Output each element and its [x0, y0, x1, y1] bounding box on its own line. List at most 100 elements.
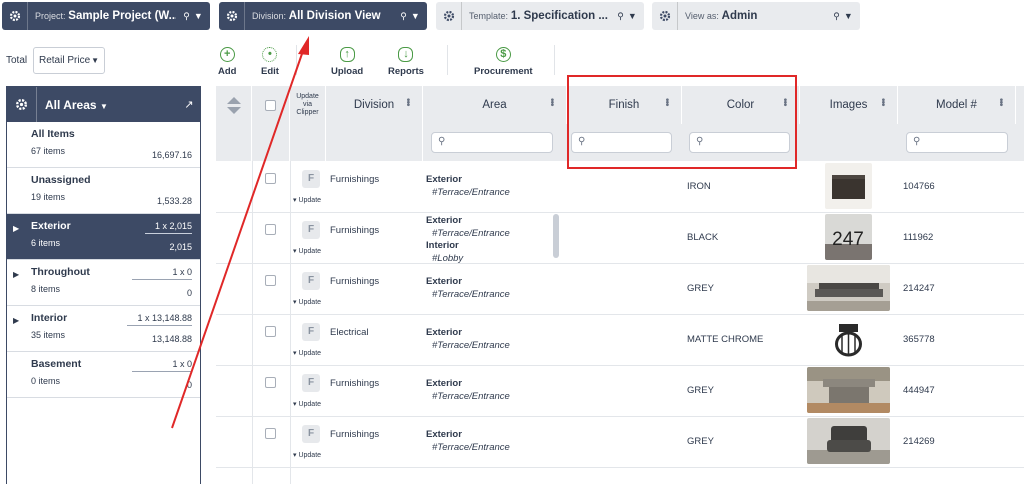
area-filter-input[interactable]: ⚲ — [431, 132, 553, 153]
table-row[interactable]: F ▾ Update Furnishings Exterior #Terrace… — [216, 366, 1024, 417]
clipper-icon[interactable]: F — [302, 425, 320, 443]
area-location: #Terrace/Entrance — [432, 339, 510, 351]
expand-icon[interactable]: ↗ — [178, 98, 200, 111]
caret-right-icon[interactable]: ▶ — [13, 270, 19, 279]
division-cell: Furnishings — [330, 378, 380, 389]
template-selector[interactable]: Template: 1. Specification ... ⚲ ▼ — [436, 2, 644, 30]
header-area[interactable]: Area ••• — [423, 86, 567, 124]
table-row[interactable]: F ▾ Update Furnishings Exterior #Terrace… — [216, 162, 1024, 213]
area-item-exterior[interactable]: ▶ Exterior 6 items 1 x 2,015 2,015 — [7, 214, 200, 260]
gear-icon[interactable] — [2, 2, 28, 30]
search-icon[interactable]: ⚲ — [400, 11, 407, 22]
row-checkbox[interactable] — [265, 377, 276, 388]
header-images[interactable]: Images ••• — [800, 86, 898, 124]
update-link[interactable]: ▾ Update — [293, 349, 321, 357]
upload-button[interactable]: ↑ Upload — [331, 47, 363, 77]
price-type-select[interactable]: Retail Price ▼ — [33, 47, 105, 74]
area-item-unassigned[interactable]: Unassigned 19 items 1,533.28 — [7, 168, 200, 214]
model-filter-input[interactable]: ⚲ — [906, 132, 1008, 153]
clipper-icon[interactable]: F — [302, 374, 320, 392]
product-image[interactable]: 247 — [825, 214, 872, 260]
model-cell: 365778 — [903, 334, 935, 345]
area-item-basement[interactable]: Basement 0 items 1 x 0 0 — [7, 352, 200, 398]
caret-down-icon[interactable]: ▼ — [194, 11, 203, 21]
product-image[interactable] — [825, 163, 872, 209]
product-image[interactable] — [807, 418, 890, 464]
clipper-icon[interactable]: F — [302, 221, 320, 239]
project-selector[interactable]: Project: Sample Project (W... ⚲ ▼ — [2, 2, 210, 30]
caret-right-icon[interactable]: ▶ — [13, 316, 19, 325]
toolbar-divider — [447, 45, 448, 75]
clipper-icon[interactable]: F — [302, 170, 320, 188]
row-checkbox[interactable] — [265, 326, 276, 337]
caret-down-icon[interactable]: ▼ — [628, 11, 637, 21]
column-menu-icon[interactable]: ••• — [877, 98, 888, 106]
plus-icon: + — [219, 47, 235, 62]
areas-dropdown[interactable]: All Areas ▼ — [37, 98, 178, 112]
row-checkbox[interactable] — [265, 428, 276, 439]
division-cell: Electrical — [330, 327, 369, 338]
product-image[interactable] — [807, 265, 890, 311]
area-zone: Exterior — [426, 215, 462, 226]
gear-icon[interactable] — [436, 2, 462, 30]
reports-button[interactable]: ↓ Reports — [388, 47, 424, 77]
sort-handle[interactable] — [216, 86, 252, 124]
caret-right-icon[interactable]: ▶ — [13, 224, 19, 233]
table-row[interactable]: F ▾ Update Furnishings Exterior #Terrace… — [216, 264, 1024, 315]
update-link[interactable]: ▾ Update — [293, 400, 321, 408]
division-name: All Division View — [288, 10, 381, 22]
clipper-icon[interactable]: F — [302, 323, 320, 341]
gear-icon[interactable] — [7, 87, 37, 122]
product-image[interactable] — [825, 316, 872, 362]
total-label: Total — [6, 55, 28, 66]
row-checkbox[interactable] — [265, 275, 276, 286]
procurement-button[interactable]: $ Procurement — [474, 47, 533, 77]
gear-icon[interactable] — [219, 2, 245, 30]
select-all-checkbox[interactable] — [265, 99, 276, 111]
update-label: Update — [298, 452, 322, 459]
area-quantity: 1 x 0 — [132, 359, 192, 372]
search-icon[interactable]: ⚲ — [617, 11, 624, 22]
house-number-text: 247 — [832, 229, 864, 250]
caret-down-icon: ▼ — [99, 101, 108, 111]
area-item-throughout[interactable]: ▶ Throughout 8 items 1 x 0 0 — [7, 260, 200, 306]
update-link[interactable]: ▾ Update — [293, 196, 321, 204]
area-zone: Exterior — [426, 327, 462, 338]
sort-up-icon — [226, 96, 241, 104]
row-checkbox[interactable] — [265, 224, 276, 235]
caret-down-icon[interactable]: ▼ — [411, 11, 420, 21]
area-item-interior[interactable]: ▶ Interior 35 items 1 x 13,148.88 13,148… — [7, 306, 200, 352]
header-model-label: Model # — [936, 99, 977, 111]
search-icon[interactable]: ⚲ — [833, 11, 840, 22]
caret-down-icon[interactable]: ▼ — [844, 11, 853, 21]
column-menu-icon[interactable]: ••• — [546, 98, 557, 106]
color-cell: GREY — [687, 283, 714, 294]
table-row[interactable]: F ▾ Update Furnishings Exterior #Terrace… — [216, 213, 1024, 264]
table-row[interactable]: F ▾ Update Electrical Exterior #Terrace/… — [216, 315, 1024, 366]
table-row[interactable]: F ▾ Update Furnishings Exterior #Terrace… — [216, 417, 1024, 468]
division-selector[interactable]: Division: All Division View ⚲ ▼ — [219, 2, 427, 30]
update-link[interactable]: ▾ Update — [293, 247, 321, 255]
row-checkbox[interactable] — [265, 173, 276, 184]
area-location: #Terrace/Entrance — [432, 227, 510, 239]
clipper-icon[interactable]: F — [302, 272, 320, 290]
header-division[interactable]: Division ••• — [326, 86, 423, 124]
header-model[interactable]: Model # ••• — [898, 86, 1016, 124]
update-link[interactable]: ▾ Update — [293, 451, 321, 459]
edit-button[interactable]: • Edit — [261, 47, 279, 77]
column-menu-icon[interactable]: ••• — [402, 98, 413, 106]
area-count: 6 items — [31, 238, 61, 248]
add-button[interactable]: + Add — [218, 47, 236, 77]
product-image[interactable] — [807, 367, 890, 413]
color-cell: MATTE CHROME — [687, 334, 764, 345]
update-label: Update — [298, 248, 322, 255]
area-item-all-items[interactable]: All Items 67 items 16,697.16 — [7, 122, 200, 168]
column-menu-icon[interactable]: ••• — [995, 98, 1006, 106]
search-icon[interactable]: ⚲ — [183, 11, 190, 22]
view-as-selector[interactable]: View as: Admin ⚲ ▼ — [652, 2, 860, 30]
header-division-label: Division — [353, 99, 395, 111]
color-cell: IRON — [687, 181, 711, 192]
update-link[interactable]: ▾ Update — [293, 298, 321, 306]
area-value: 2,015 — [169, 242, 192, 252]
gear-icon[interactable] — [652, 2, 678, 30]
